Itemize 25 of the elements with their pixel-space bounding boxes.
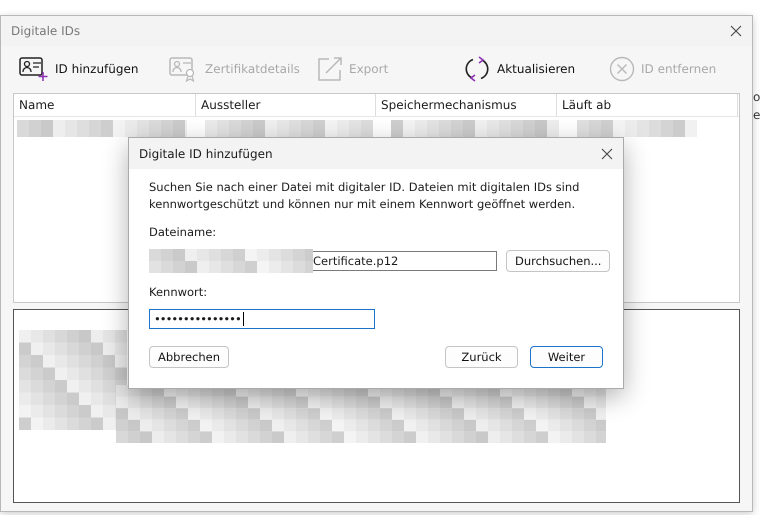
id-card-add-icon: [19, 56, 49, 82]
window-title: Digitale IDs: [11, 24, 80, 38]
dialog-button[interactable]: Weiter: [530, 346, 603, 368]
dialog-message: Suchen Sie nach einer Datei mit digitaler ID. Dateien mit digitalen IDs sind kennwortgeschützt und können nur mit einem Kennwort geöffnet werden.: [149, 179, 580, 213]
background-text: o: [753, 90, 760, 104]
column-header[interactable]: Name: [14, 94, 196, 116]
close-icon[interactable]: [601, 148, 613, 160]
browse-button[interactable]: Durchsuchen...: [506, 250, 610, 272]
column-header[interactable]: Läuft ab: [557, 94, 738, 116]
dialog-button[interactable]: Zurück: [445, 346, 518, 368]
export-icon: [317, 56, 343, 82]
close-icon[interactable]: [730, 25, 742, 37]
filename-field[interactable]: Certificate.p12: [313, 251, 497, 271]
field-label: Dateiname:: [149, 225, 218, 239]
column-header[interactable]: Speichermechanismus: [376, 94, 557, 116]
remove-icon: [609, 56, 635, 82]
refresh-icon: [463, 54, 491, 82]
field-label: Kennwort:: [149, 285, 208, 299]
column-header[interactable]: Aussteller: [196, 94, 376, 116]
dialog-title: Digitale ID hinzufügen: [139, 146, 273, 160]
toolbar-button[interactable]: ID hinzufügen: [15, 56, 165, 82]
password-field[interactable]: •••••••••••••••: [149, 309, 375, 329]
background-text: e: [753, 108, 760, 122]
toolbar-button[interactable]: Aktualisieren: [459, 54, 605, 82]
dialog-button[interactable]: Abbrechen: [149, 346, 229, 368]
